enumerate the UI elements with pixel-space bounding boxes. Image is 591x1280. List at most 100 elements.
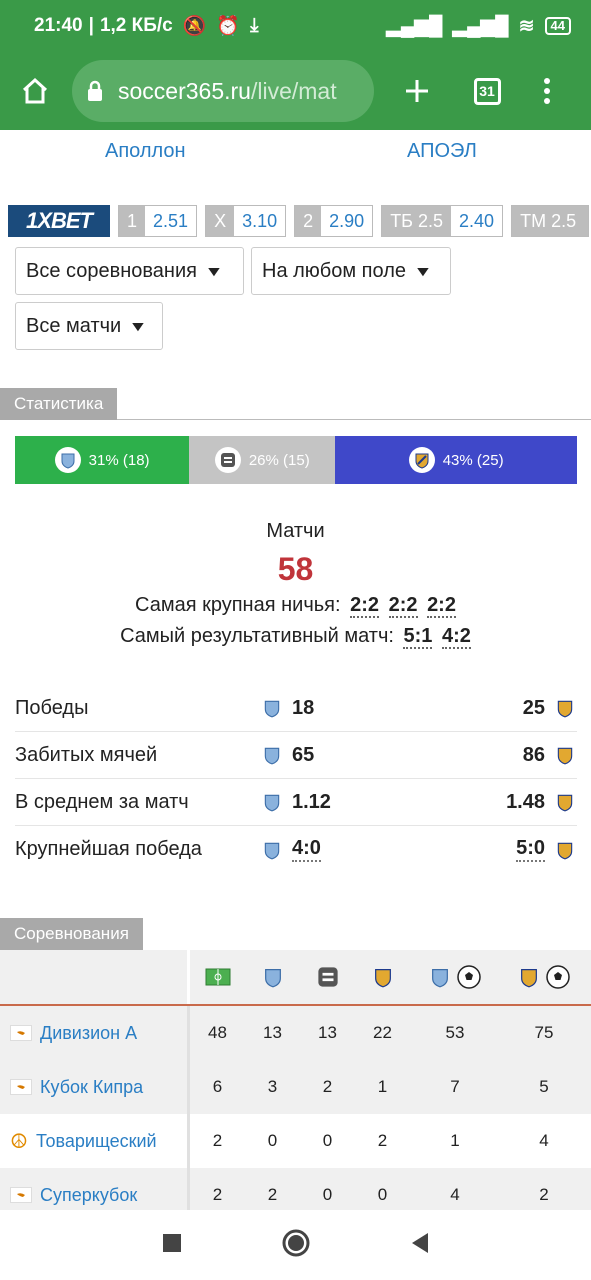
stat-row: Победы 18 25 (15, 685, 577, 732)
competitions-table-header (0, 950, 591, 1006)
stats-table: Победы 18 25 Забитых мячей 65 86 В средн… (15, 685, 577, 873)
odd-key: 2 (295, 206, 322, 236)
chevron-down-icon: ▼ (128, 318, 148, 334)
table-row[interactable]: Дивизион А 48 13 13 22 53 75 (0, 1006, 591, 1060)
odd-over[interactable]: ТБ 2.5 2.40 (381, 205, 504, 237)
matches-select-value: Все матчи (26, 314, 122, 337)
competition-cell[interactable]: Дивизион А (0, 1006, 190, 1060)
lock-icon (88, 80, 102, 101)
menu-button[interactable] (522, 61, 572, 121)
status-bar: 21:40 | 1,2 КБ/с 🔕 ⏰ ⤓ ▂▄▆█ ▂▄▆█ ≋ 44 (0, 0, 591, 52)
stat-home-link[interactable]: 4:0 (292, 837, 321, 862)
url-path: /live/mat (250, 77, 337, 104)
competition-cell[interactable]: Суперкубок (0, 1168, 190, 1210)
draw-score-link[interactable]: 2:2 (427, 594, 456, 618)
competitions-table: Дивизион А 48 13 13 22 53 75 Кубок Кипра… (0, 950, 591, 1210)
stat-home: 1.12 (292, 790, 331, 813)
cyprus-flag-icon (10, 1187, 32, 1203)
square-icon (162, 1233, 181, 1252)
cyprus-flag-icon (10, 1025, 32, 1041)
draws-pct: 26% (15) (248, 451, 310, 469)
home-goals-cell: 1 (450, 1131, 460, 1150)
stat-away: 1.48 (506, 790, 545, 813)
odd-draw[interactable]: X 3.10 (205, 205, 287, 237)
away-wins-cell: 1 (377, 1077, 388, 1096)
away-goals-col-icon (500, 950, 588, 1004)
home-icon (22, 77, 48, 104)
top-score-link[interactable]: 5:1 (403, 625, 433, 649)
home-goals-cell: 7 (450, 1077, 460, 1096)
system-nav-bar (0, 1210, 591, 1280)
home-nav-button[interactable] (282, 1229, 310, 1262)
odd-key: ТБ 2.5 (382, 206, 452, 236)
field-select[interactable]: На любом поле ▼ (251, 247, 451, 295)
table-row[interactable]: Кубок Кипра 6 3 2 1 7 5 (0, 1060, 591, 1114)
tabs-button[interactable]: 31 (452, 61, 522, 121)
odd-away[interactable]: 2 2.90 (294, 205, 374, 237)
alarm-icon: ⏰ (216, 16, 241, 37)
stat-away-link[interactable]: 5:0 (516, 837, 545, 862)
back-triangle-icon (411, 1232, 428, 1253)
mute-icon: 🔕 (182, 16, 207, 37)
field-select-value: На любом поле (262, 259, 406, 282)
table-row[interactable]: Суперкубок 2 2 0 0 4 2 (0, 1168, 591, 1210)
signal-icon-2: ▂▄▆█ (452, 15, 509, 37)
away-goals-cell: 2 (539, 1185, 549, 1204)
draw-icon (214, 447, 241, 473)
away-team-link[interactable]: АПОЭЛ (407, 140, 477, 163)
stat-row: В среднем за матч 1.12 1.48 (15, 779, 577, 826)
home-wins-cell: 13 (263, 1023, 282, 1042)
competition-cell[interactable]: ☮ Товарищеский (0, 1114, 190, 1168)
away-crest-icon (553, 743, 577, 767)
competition-name[interactable]: Дивизион А (40, 1023, 137, 1044)
tabs-count: 31 (473, 77, 501, 105)
competition-cell[interactable]: Кубок Кипра (0, 1060, 190, 1114)
competition-name[interactable]: Суперкубок (40, 1185, 137, 1206)
url-bar[interactable]: soccer365.ru/live/mat (72, 60, 374, 122)
matches-cell: 48 (208, 1023, 227, 1042)
stats-section-title: Статистика (0, 388, 118, 420)
biggest-draw-label: Самая крупная ничья: (135, 594, 341, 616)
draw-score-link[interactable]: 2:2 (388, 594, 418, 618)
away-crest-icon (553, 696, 577, 720)
stat-away: 86 (522, 743, 545, 766)
competitions-select-value: Все соревнования (26, 259, 197, 282)
odd-under[interactable]: ТМ 2.5 (511, 205, 590, 237)
new-tab-button[interactable] (382, 61, 452, 121)
top-score-link[interactable]: 4:2 (441, 625, 471, 649)
odd-key: 1 (119, 206, 146, 236)
competition-name[interactable]: Кубок Кипра (40, 1077, 143, 1098)
away-wins-pct: 43% (25) (442, 451, 504, 469)
home-wins-cell: 3 (267, 1077, 278, 1096)
home-button[interactable] (0, 61, 70, 121)
away-crest-icon (553, 790, 577, 814)
home-team-link[interactable]: Аполлон (105, 140, 186, 163)
cyprus-flag-icon (10, 1079, 32, 1095)
home-wins-col-icon (245, 950, 300, 1004)
stat-row: Забитых мячей 65 86 (15, 732, 577, 779)
home-crest-icon (260, 696, 284, 720)
home-crest-icon (260, 790, 284, 814)
back-button[interactable] (410, 1232, 430, 1259)
bookmaker-logo[interactable]: 1XBET (8, 205, 110, 237)
matches-cell: 2 (212, 1131, 223, 1150)
competitions-select[interactable]: Все соревнования ▼ (15, 247, 244, 295)
stat-label: Забитых мячей (15, 743, 158, 766)
recent-apps-button[interactable] (162, 1233, 182, 1258)
competitions-section-title: Соревнования (0, 918, 143, 950)
results-bar: 31% (18) 26% (15) 43% (25) (15, 436, 577, 484)
home-goals-cell: 4 (450, 1185, 460, 1204)
draw-score-link[interactable]: 2:2 (350, 594, 380, 618)
chevron-down-icon: ▼ (413, 263, 433, 279)
matches-select[interactable]: Все матчи ▼ (15, 302, 163, 350)
odd-home[interactable]: 1 2.51 (118, 205, 198, 237)
peace-icon: ☮ (10, 1130, 28, 1153)
competition-name[interactable]: Товарищеский (36, 1131, 157, 1152)
away-goals-cell: 75 (534, 1023, 554, 1042)
away-wins-segment: 43% (25) (335, 436, 577, 484)
table-row[interactable]: ☮ Товарищеский 2 0 0 2 1 4 (0, 1114, 591, 1168)
draws-cell: 0 (322, 1131, 333, 1150)
home-wins-segment: 31% (18) (15, 436, 190, 484)
draws-col-icon (300, 950, 355, 1004)
more-vert-icon (544, 78, 550, 104)
